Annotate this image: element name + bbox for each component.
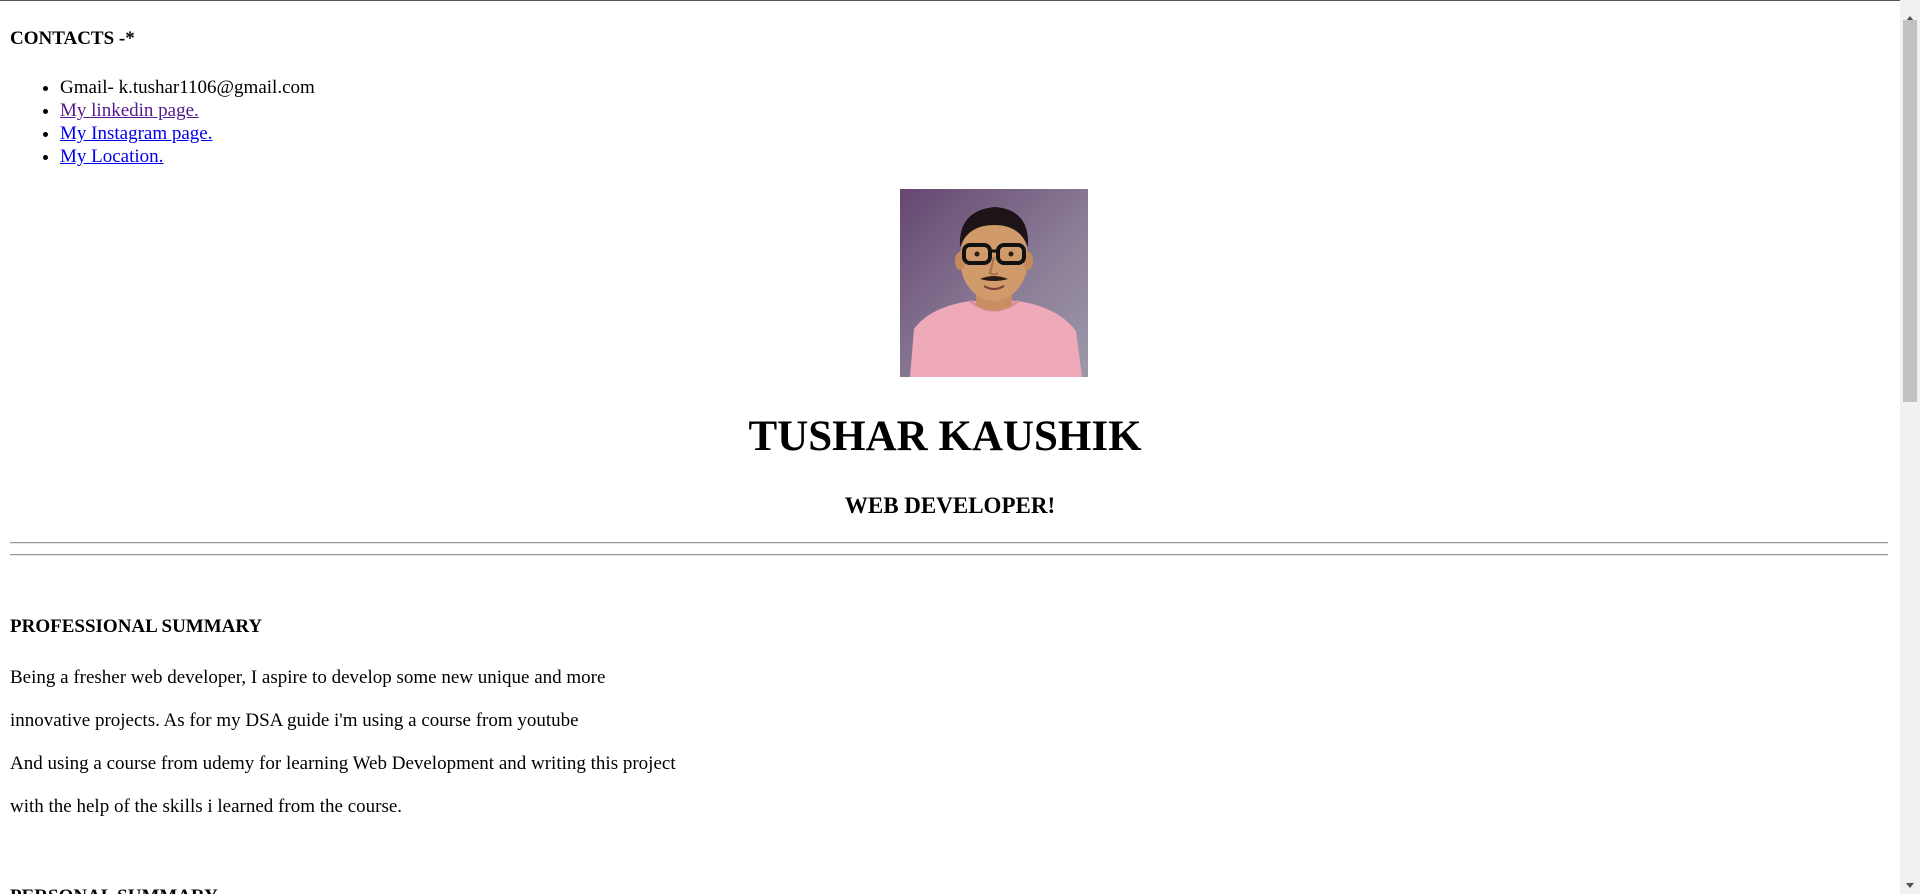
contact-item-gmail: Gmail- k.tushar1106@gmail.com (60, 76, 315, 99)
browser-viewport: CONTACTS -* Gmail- k.tushar1106@gmail.co… (0, 0, 1920, 894)
summary-line: Being a fresher web developer, I aspire … (10, 667, 606, 688)
horizontal-rule (10, 554, 1888, 556)
contacts-heading: CONTACTS -* (10, 28, 135, 49)
name-heading: TUSHAR KAUSHIK (748, 413, 1142, 460)
scroll-down-button[interactable] (1900, 877, 1920, 894)
contact-item-location: My Location. (60, 145, 315, 168)
location-link[interactable]: My Location. (60, 146, 163, 167)
summary-line: innovative projects. As for my DSA guide… (10, 710, 579, 731)
summary-line: with the help of the skills i learned fr… (10, 796, 403, 817)
instagram-link[interactable]: My Instagram page. (60, 123, 212, 144)
triangle-down-icon (1906, 883, 1914, 888)
professional-summary-heading: PROFESSIONAL SUMMARY (10, 616, 263, 637)
contact-item-linkedin: My linkedin page. (60, 99, 315, 122)
job-title-heading: WEB DEVELOPER! (844, 493, 1056, 518)
horizontal-rule (10, 542, 1888, 544)
linkedin-link[interactable]: My linkedin page. (60, 100, 199, 121)
contacts-list: Gmail- k.tushar1106@gmail.com My linkedi… (10, 76, 315, 168)
contact-item-instagram: My Instagram page. (60, 122, 315, 145)
gmail-text: Gmail- k.tushar1106@gmail.com (60, 77, 315, 98)
scroll-thumb[interactable] (1903, 20, 1917, 402)
summary-line: And using a course from udemy for learni… (10, 753, 676, 774)
personal-summary-heading: PERSONAL SUMMARY (10, 884, 218, 894)
vertical-scrollbar[interactable] (1900, 0, 1920, 894)
profile-photo (900, 189, 1088, 377)
professional-summary-text: Being a fresher web developer, I aspire … (10, 664, 676, 836)
resume-page: CONTACTS -* Gmail- k.tushar1106@gmail.co… (0, 0, 1900, 894)
profile-photo-illustration (900, 189, 1088, 377)
